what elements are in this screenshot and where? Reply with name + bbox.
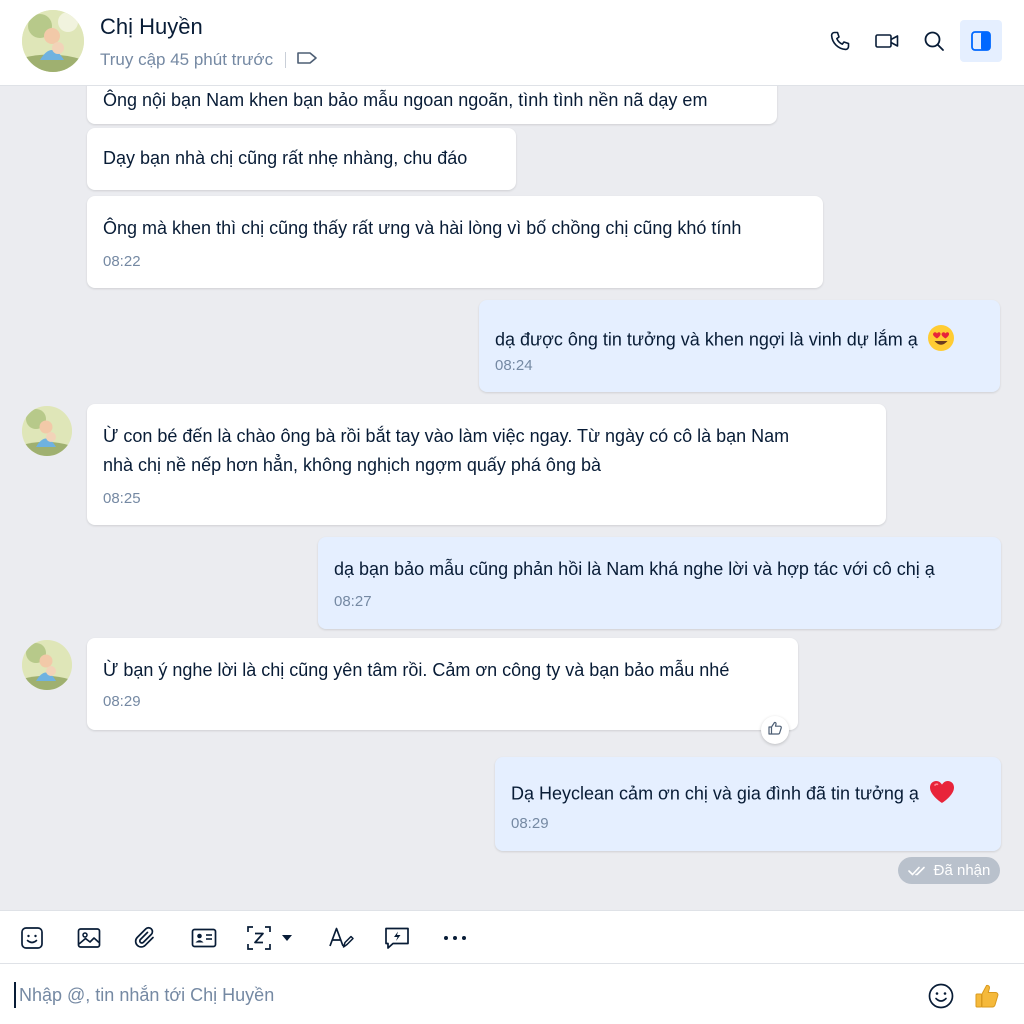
heart-eyes-emoji [927, 324, 955, 357]
thumbs-up-icon [975, 984, 999, 1008]
message-text: Ông mà khen thì chị cũng thấy rất ưng và… [103, 218, 742, 238]
message-time: 08:22 [103, 253, 141, 270]
message-list[interactable]: Ông nội bạn Nam khen bạn bảo mẫu ngoan n… [0, 86, 1024, 910]
message-text: Ông nội bạn Nam khen bạn bảo mẫu ngoan n… [103, 90, 708, 110]
message-text: Ừ bạn ý nghe lời là chị cũng yên tâm rồi… [103, 660, 730, 680]
composer [0, 964, 1024, 1024]
message-text: nhà chị nề nếp hơn hẳn, không nghịch ngợ… [103, 455, 601, 475]
composer-toolbar [0, 910, 1024, 964]
tag-icon[interactable] [296, 50, 318, 71]
image-icon[interactable] [73, 922, 105, 954]
contact-avatar[interactable] [22, 10, 84, 72]
phone-icon[interactable] [819, 20, 861, 62]
sticker-icon[interactable] [16, 922, 48, 954]
text-format-icon[interactable] [325, 922, 357, 954]
screenshot-button[interactable] [245, 922, 305, 954]
outgoing-message[interactable]: dạ bạn bảo mẫu cũng phản hồi là Nam khá … [318, 537, 1001, 629]
incoming-message[interactable]: Ông nội bạn Nam khen bạn bảo mẫu ngoan n… [87, 86, 777, 124]
outgoing-message[interactable]: dạ được ông tin tưởng và khen ngợi là vi… [479, 300, 1000, 392]
emoji-picker-icon[interactable] [926, 981, 956, 1011]
last-seen-text: Truy cập 45 phút trước [100, 50, 274, 69]
contact-avatar[interactable] [22, 406, 72, 456]
chat-header: Chị Huyền Truy cập 45 phút trước [0, 0, 1024, 86]
read-receipt-badge: Đã nhận [898, 857, 1000, 884]
thumbs-up-icon [767, 720, 783, 741]
more-icon[interactable] [439, 922, 471, 954]
incoming-message[interactable]: Ừ con bé đến là chào ông bà rồi bắt tay … [87, 404, 886, 525]
divider [285, 52, 287, 68]
message-text: dạ bạn bảo mẫu cũng phản hồi là Nam khá … [334, 559, 935, 579]
contact-avatar[interactable] [22, 640, 72, 690]
sidebar-toggle-icon[interactable] [960, 20, 1002, 62]
header-actions [814, 20, 1002, 62]
incoming-message[interactable]: Dạy bạn nhà chị cũng rất nhẹ nhàng, chu … [87, 128, 516, 190]
like-reaction-button[interactable] [761, 716, 789, 744]
last-seen-status: Truy cập 45 phút trước [100, 49, 318, 71]
message-time: 08:24 [495, 357, 533, 374]
video-call-icon[interactable] [866, 20, 908, 62]
message-input[interactable] [14, 982, 894, 1008]
message-text: Ừ con bé đến là chào ông bà rồi bắt tay … [103, 426, 790, 446]
quick-like-button[interactable] [972, 981, 1002, 1011]
message-time: 08:25 [103, 490, 141, 507]
red-heart-emoji [928, 779, 956, 810]
screenshot-icon [247, 926, 271, 950]
chevron-down-icon [282, 935, 292, 941]
search-icon[interactable] [913, 20, 955, 62]
contact-card-icon[interactable] [188, 922, 220, 954]
message-time: 08:29 [511, 815, 549, 832]
attachment-icon[interactable] [130, 922, 162, 954]
message-text: Dạ Heyclean cảm ơn chị và gia đình đã ti… [511, 783, 919, 804]
incoming-message[interactable]: Ông mà khen thì chị cũng thấy rất ưng và… [87, 196, 823, 288]
incoming-message[interactable]: Ừ bạn ý nghe lời là chị cũng yên tâm rồi… [87, 638, 798, 730]
quick-message-icon[interactable] [381, 922, 413, 954]
contact-name: Chị Huyền [100, 14, 203, 39]
outgoing-message[interactable]: Dạ Heyclean cảm ơn chị và gia đình đã ti… [495, 757, 1001, 851]
message-text: Dạy bạn nhà chị cũng rất nhẹ nhàng, chu … [103, 148, 468, 168]
message-time: 08:27 [334, 593, 372, 610]
message-time: 08:29 [103, 693, 141, 710]
read-receipt-label: Đã nhận [933, 862, 991, 879]
double-check-icon [907, 866, 925, 875]
message-text: dạ được ông tin tưởng và khen ngợi là vi… [495, 329, 918, 350]
